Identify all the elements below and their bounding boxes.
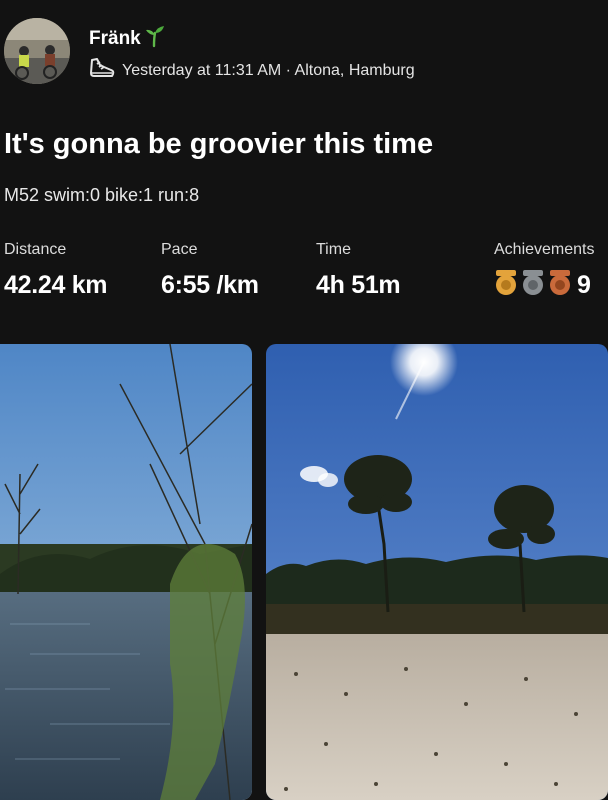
silver-medal-icon (521, 269, 545, 302)
activity-description: M52 swim:0 bike:1 run:8 (4, 185, 200, 205)
stat-achievements[interactable]: Achievements 9 (494, 241, 595, 302)
avatar[interactable] (4, 18, 70, 84)
seedling-icon (143, 24, 167, 54)
stat-time: Time 4h 51m (316, 241, 401, 300)
pine-trees-sand-photo[interactable] (266, 344, 608, 800)
running-shoe-icon (88, 56, 116, 85)
stat-distance-value: 42.24 km (4, 271, 108, 299)
activity-meta: Yesterday at 11:31 AM · Altona, Hamburg (88, 56, 415, 85)
stat-time-label: Time (316, 241, 351, 258)
lake-photo[interactable] (0, 344, 252, 800)
gold-medal-icon (494, 269, 518, 302)
activity-title[interactable]: It's gonna be groovier this time (4, 128, 433, 161)
stat-distance-label: Distance (4, 241, 67, 258)
user-name[interactable]: Fränk (89, 24, 167, 54)
stat-pace: Pace 6:55 /km (161, 241, 259, 300)
achievements-count: 9 (577, 271, 591, 299)
activity-meta-text: Yesterday at 11:31 AM · Altona, Hamburg (122, 61, 415, 79)
stat-achievements-label: Achievements (494, 241, 595, 258)
bronze-medal-icon (548, 269, 572, 302)
stat-distance: Distance 42.24 km (4, 241, 108, 300)
user-name-text: Fränk (89, 28, 141, 49)
stat-time-value: 4h 51m (316, 271, 401, 299)
stat-pace-value: 6:55 /km (161, 271, 259, 299)
stat-pace-label: Pace (161, 241, 198, 258)
